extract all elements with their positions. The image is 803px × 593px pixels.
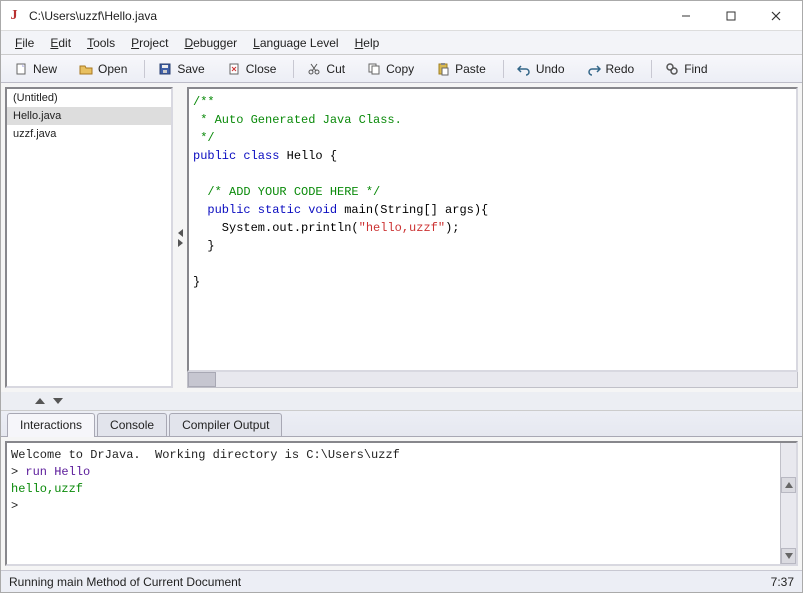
cursor-position: 7:37 [771,575,794,589]
code-line [193,167,207,181]
file-item[interactable]: Hello.java [7,107,171,125]
code-line: * Auto Generated Java Class. [193,113,402,127]
editor-panel: /** * Auto Generated Java Class. */ publ… [187,87,798,388]
toolbar-separator [503,60,504,78]
code-line: /* ADD YOUR CODE HERE */ [193,185,380,199]
undo-icon [517,62,531,76]
code-line: public class Hello { [193,149,337,163]
close-button[interactable] [753,2,798,30]
titlebar: J C:\Users\uzzf\Hello.java [1,1,802,31]
tab-interactions[interactable]: Interactions [7,413,95,437]
menu-project[interactable]: Project [123,33,176,53]
code-line: } [193,275,200,289]
tab-console[interactable]: Console [97,413,167,436]
lower-panel: Interactions Console Compiler Output Wel… [1,410,802,570]
console-line: hello,uzzf [11,482,83,496]
close-file-icon [227,62,241,76]
collapse-down-icon [53,398,63,404]
paste-label: Paste [455,62,486,76]
menu-debugger[interactable]: Debugger [176,33,245,53]
find-button[interactable]: Find [658,58,718,80]
copy-button[interactable]: Copy [360,58,425,80]
undo-button[interactable]: Undo [510,58,576,80]
app-window: J C:\Users\uzzf\Hello.java File Edit Too… [0,0,803,593]
scroll-up-button[interactable] [781,477,796,493]
console-line: > run Hello [11,465,90,479]
menu-tools[interactable]: Tools [79,33,123,53]
status-text: Running main Method of Current Document [9,575,241,589]
paste-button[interactable]: Paste [429,58,497,80]
find-label: Find [684,62,707,76]
open-button[interactable]: Open [72,58,138,80]
toolbar-separator [293,60,294,78]
save-icon [158,62,172,76]
cut-label: Cut [326,62,345,76]
undo-label: Undo [536,62,565,76]
console-vertical-scrollbar[interactable] [780,443,796,564]
code-editor[interactable]: /** * Auto Generated Java Class. */ publ… [187,87,798,372]
new-label: New [33,62,57,76]
cut-button[interactable]: Cut [300,58,356,80]
toolbar: New Open Save Close Cut Copy Paste [1,55,802,83]
paste-icon [436,62,450,76]
menu-language-level[interactable]: Language Level [245,33,346,53]
toolbar-separator [651,60,652,78]
cut-icon [307,62,321,76]
console-prompt: > [11,499,25,513]
menu-help[interactable]: Help [347,33,388,53]
new-icon [14,62,28,76]
close-file-label: Close [246,62,277,76]
redo-label: Redo [606,62,635,76]
redo-icon [587,62,601,76]
window-title: C:\Users\uzzf\Hello.java [29,9,663,23]
save-button[interactable]: Save [151,58,215,80]
collapse-right-icon [178,239,183,247]
file-item[interactable]: (Untitled) [7,89,171,107]
new-button[interactable]: New [7,58,68,80]
redo-button[interactable]: Redo [580,58,646,80]
save-label: Save [177,62,204,76]
file-list[interactable]: (Untitled) Hello.java uzzf.java [5,87,173,388]
open-icon [79,62,93,76]
scroll-down-button[interactable] [781,548,796,564]
menu-edit[interactable]: Edit [42,33,79,53]
copy-label: Copy [386,62,414,76]
code-line: */ [193,131,215,145]
code-line: } [193,239,215,253]
vertical-split-handle[interactable] [1,392,802,410]
statusbar: Running main Method of Current Document … [1,570,802,592]
copy-icon [367,62,381,76]
main-area: (Untitled) Hello.java uzzf.java /** * Au… [1,83,802,570]
code-line: /** [193,95,215,109]
menubar: File Edit Tools Project Debugger Languag… [1,31,802,55]
menu-file[interactable]: File [7,33,42,53]
close-file-button[interactable]: Close [220,58,288,80]
code-line [193,257,207,271]
output-tabbar: Interactions Console Compiler Output [1,411,802,437]
scrollbar-thumb[interactable] [188,372,216,387]
code-line: public static void main(String[] args){ [193,203,488,217]
app-icon: J [5,7,23,25]
window-controls [663,2,798,30]
tab-compiler-output[interactable]: Compiler Output [169,413,282,436]
maximize-button[interactable] [708,2,753,30]
open-label: Open [98,62,127,76]
console-line: Welcome to DrJava. Working directory is … [11,448,400,462]
editor-horizontal-scrollbar[interactable] [187,372,798,388]
interactions-console[interactable]: Welcome to DrJava. Working directory is … [5,441,798,566]
find-icon [665,62,679,76]
code-line: System.out.println("hello,uzzf"); [193,221,459,235]
split-handle[interactable] [175,87,185,388]
toolbar-separator [144,60,145,78]
collapse-up-icon [35,398,45,404]
minimize-button[interactable] [663,2,708,30]
upper-split: (Untitled) Hello.java uzzf.java /** * Au… [1,83,802,392]
collapse-left-icon [178,229,183,237]
file-item[interactable]: uzzf.java [7,125,171,143]
